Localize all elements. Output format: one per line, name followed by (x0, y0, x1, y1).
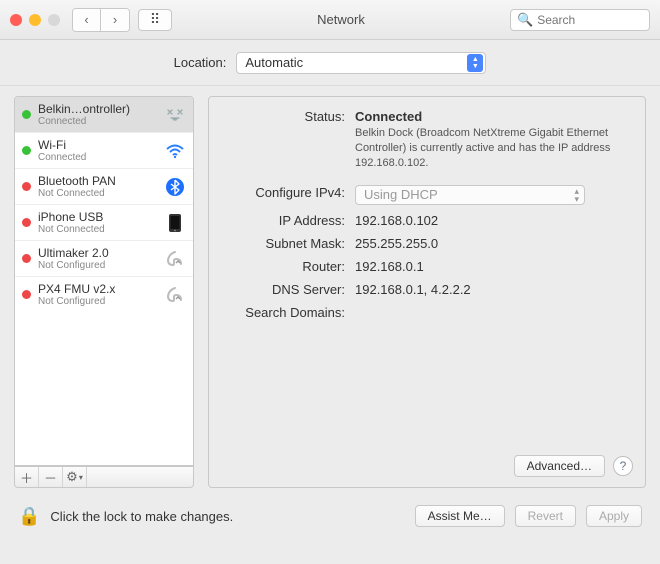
location-value: Automatic (245, 55, 303, 70)
stepper-arrows-icon: ▴▾ (574, 187, 579, 203)
nav-buttons: ‹ › (72, 8, 130, 32)
location-select[interactable]: Automatic ▲▼ (236, 52, 486, 74)
forward-button[interactable]: › (101, 9, 129, 31)
advanced-row: Advanced… ? (514, 455, 633, 477)
service-status: Not Connected (38, 224, 157, 235)
search-domains-label: Search Domains: (225, 305, 355, 320)
service-item[interactable]: Bluetooth PANNot Connected (15, 168, 193, 204)
search-domains-row: Search Domains: (225, 305, 629, 320)
service-status: Not Configured (38, 296, 157, 307)
stepper-arrows-icon: ▲▼ (467, 54, 483, 72)
service-item[interactable]: Belkin…ontroller)Connected (15, 97, 193, 132)
remove-service-button[interactable]: － (39, 467, 63, 487)
service-list: Belkin…ontroller)ConnectedWi-FiConnected… (14, 96, 194, 466)
ethernet-icon (164, 107, 186, 123)
service-action-button[interactable]: ⚙▾ (63, 467, 87, 487)
titlebar: ‹ › ⠿ Network 🔍 (0, 0, 660, 40)
search-input[interactable] (537, 13, 643, 27)
service-text: Belkin…ontroller)Connected (38, 102, 157, 127)
detail-panel: Status: Connected Belkin Dock (Broadcom … (208, 96, 646, 488)
gear-icon: ⚙ (66, 469, 78, 485)
router-label: Router: (225, 259, 355, 274)
lock-icon[interactable]: 🔒 (18, 506, 40, 527)
ip-value: 192.168.0.102 (355, 213, 629, 228)
service-text: PX4 FMU v2.xNot Configured (38, 282, 157, 307)
zoom-window[interactable] (48, 14, 60, 26)
status-row: Status: Connected Belkin Dock (Broadcom … (225, 109, 629, 171)
modem-icon (164, 250, 186, 268)
advanced-button[interactable]: Advanced… (514, 455, 605, 477)
wifi-icon (164, 143, 186, 159)
location-label: Location: (174, 55, 227, 70)
configure-label: Configure IPv4: (225, 185, 355, 205)
apply-button[interactable]: Apply (586, 505, 642, 527)
status-dot (22, 146, 31, 155)
service-status: Not Connected (38, 188, 157, 199)
location-row: Location: Automatic ▲▼ (0, 40, 660, 86)
status-dot (22, 182, 31, 191)
service-text: Bluetooth PANNot Connected (38, 174, 157, 199)
window-title: Network (180, 12, 502, 27)
footer: 🔒 Click the lock to make changes. Assist… (0, 488, 660, 544)
status-value: Connected (355, 109, 629, 124)
service-name: Ultimaker 2.0 (38, 246, 157, 260)
assist-button[interactable]: Assist Me… (415, 505, 505, 527)
chevron-down-icon: ▾ (79, 473, 83, 482)
status-dot (22, 218, 31, 227)
service-item[interactable]: Wi-FiConnected (15, 132, 193, 168)
service-name: Bluetooth PAN (38, 174, 157, 188)
router-value: 192.168.0.1 (355, 259, 629, 274)
service-name: Wi-Fi (38, 138, 157, 152)
status-dot (22, 290, 31, 299)
service-status: Connected (38, 152, 157, 163)
configure-row: Configure IPv4: Using DHCP ▴▾ (225, 185, 629, 205)
status-description: Belkin Dock (Broadcom NetXtreme Gigabit … (355, 126, 629, 171)
iphone-icon (164, 213, 186, 233)
search-field[interactable]: 🔍 (510, 9, 650, 31)
revert-button[interactable]: Revert (515, 505, 576, 527)
close-window[interactable] (10, 14, 22, 26)
dns-value: 192.168.0.1, 4.2.2.2 (355, 282, 629, 297)
service-item[interactable]: iPhone USBNot Connected (15, 204, 193, 240)
service-text: Wi-FiConnected (38, 138, 157, 163)
modem-icon (164, 286, 186, 304)
ip-label: IP Address: (225, 213, 355, 228)
help-button[interactable]: ? (613, 456, 633, 476)
status-dot (22, 254, 31, 263)
search-domains-value (355, 305, 629, 320)
service-item[interactable]: PX4 FMU v2.xNot Configured (15, 276, 193, 312)
service-text: Ultimaker 2.0Not Configured (38, 246, 157, 271)
add-service-button[interactable]: ＋ (15, 467, 39, 487)
subnet-row: Subnet Mask: 255.255.255.0 (225, 236, 629, 251)
service-name: iPhone USB (38, 210, 157, 224)
service-item[interactable]: Ultimaker 2.0Not Configured (15, 240, 193, 276)
minimize-window[interactable] (29, 14, 41, 26)
status-label: Status: (225, 109, 355, 171)
service-status: Not Configured (38, 260, 157, 271)
service-text: iPhone USBNot Connected (38, 210, 157, 235)
subnet-value: 255.255.255.0 (355, 236, 629, 251)
configure-ipv4-select[interactable]: Using DHCP ▴▾ (355, 185, 585, 205)
service-name: Belkin…ontroller) (38, 102, 157, 116)
service-status: Connected (38, 116, 157, 127)
service-sidebar: Belkin…ontroller)ConnectedWi-FiConnected… (14, 96, 194, 488)
lock-hint: Click the lock to make changes. (50, 509, 233, 524)
service-name: PX4 FMU v2.x (38, 282, 157, 296)
configure-value: Using DHCP (364, 187, 438, 202)
router-row: Router: 192.168.0.1 (225, 259, 629, 274)
search-icon: 🔍 (517, 12, 533, 28)
window-controls (10, 14, 60, 26)
dns-row: DNS Server: 192.168.0.1, 4.2.2.2 (225, 282, 629, 297)
subnet-label: Subnet Mask: (225, 236, 355, 251)
content: Belkin…ontroller)ConnectedWi-FiConnected… (0, 86, 660, 488)
dns-label: DNS Server: (225, 282, 355, 297)
back-button[interactable]: ‹ (73, 9, 101, 31)
show-all-button[interactable]: ⠿ (138, 9, 172, 31)
grid-icon: ⠿ (150, 11, 160, 28)
ip-row: IP Address: 192.168.0.102 (225, 213, 629, 228)
bluetooth-icon (164, 177, 186, 197)
status-dot (22, 110, 31, 119)
service-toolbar: ＋ － ⚙▾ (14, 466, 194, 488)
